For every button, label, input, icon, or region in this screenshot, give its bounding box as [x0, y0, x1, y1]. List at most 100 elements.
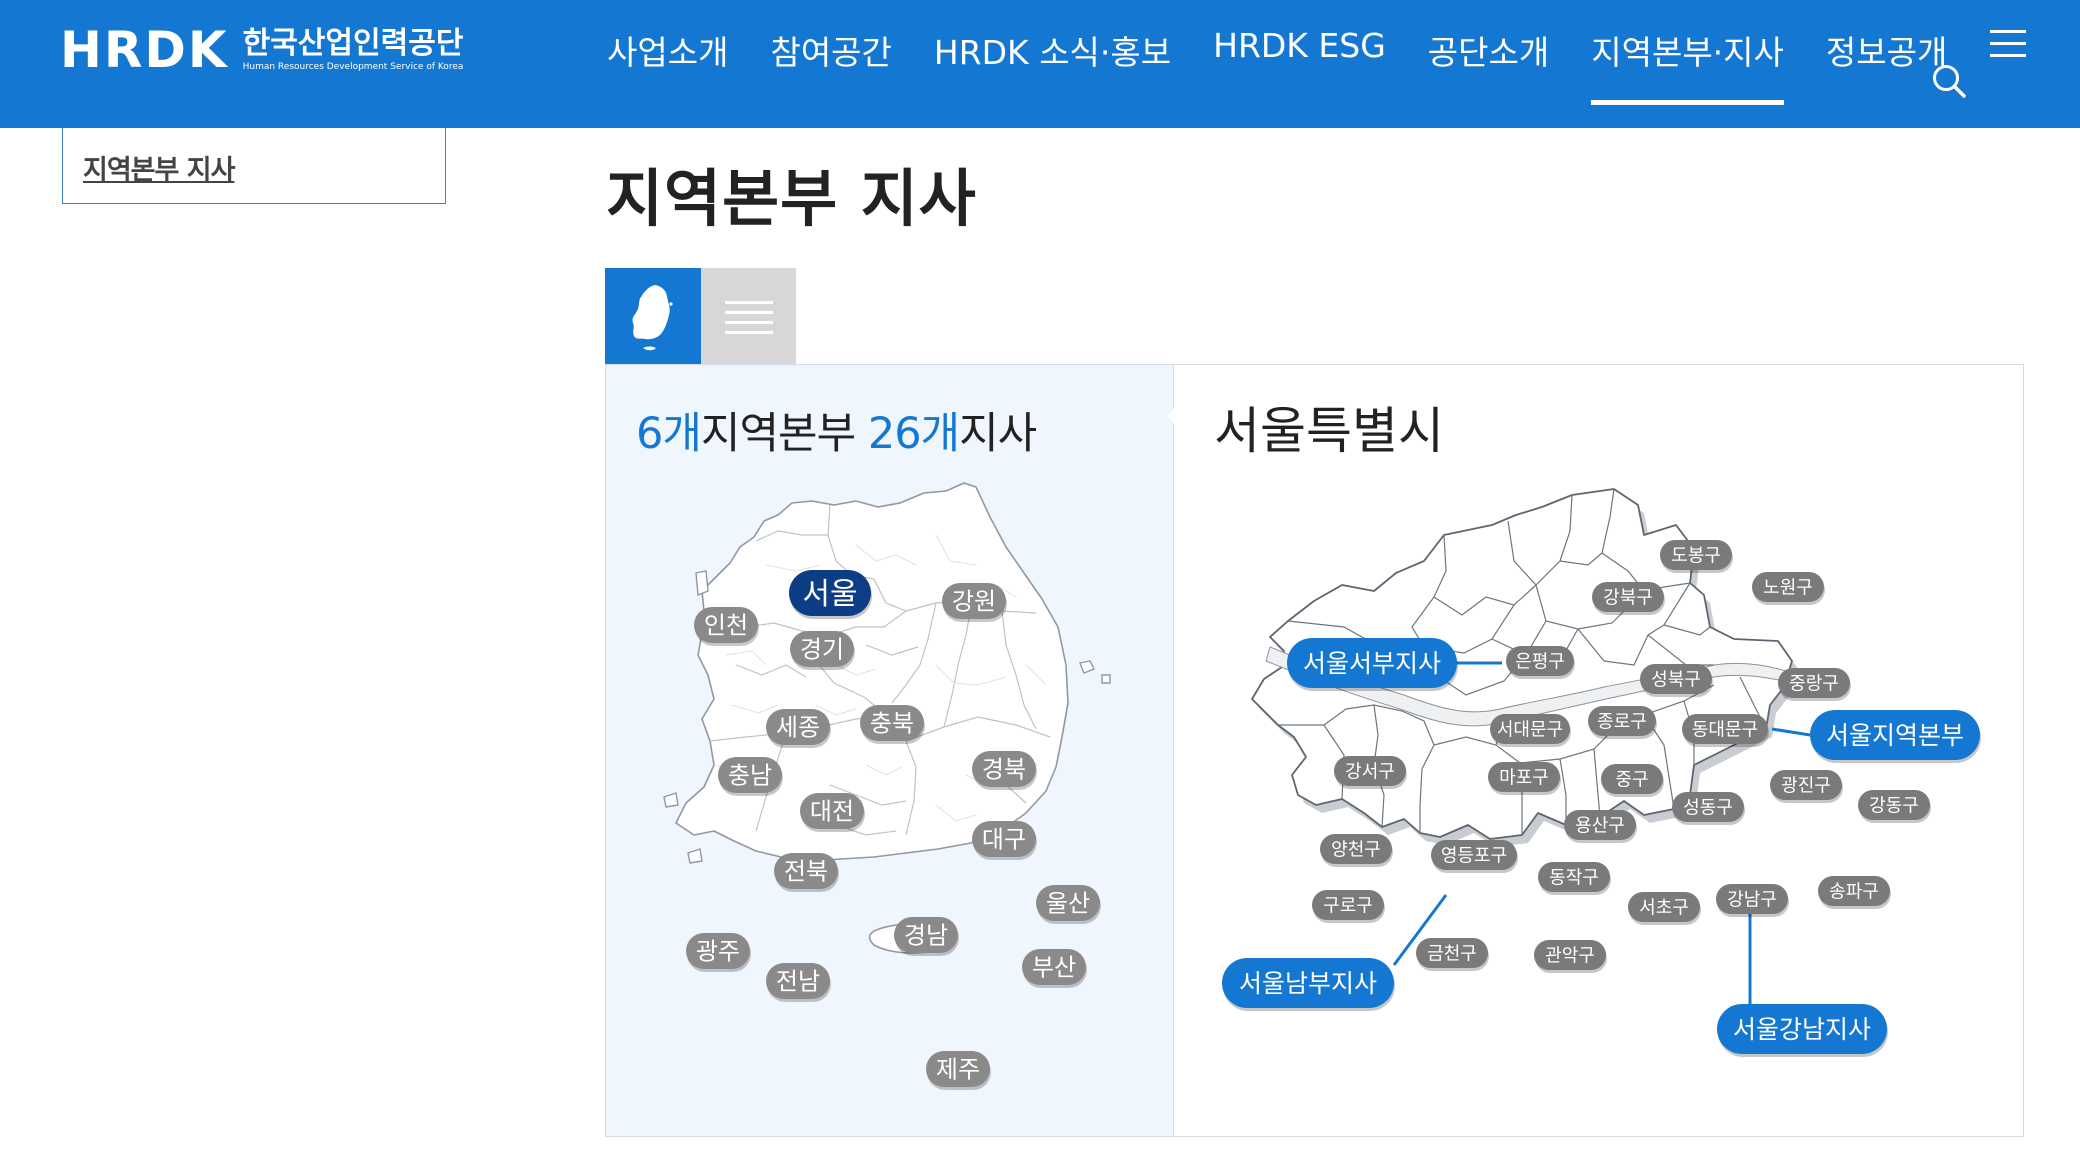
region-pill-6[interactable]: 충북: [860, 705, 925, 744]
office-pill-4[interactable]: 서울강남지사: [1717, 1004, 1888, 1057]
region-pill-2[interactable]: 강원: [942, 583, 1007, 622]
district-pill-22[interactable]: 강남구: [1716, 884, 1789, 917]
region-pill-1[interactable]: 서울: [789, 570, 872, 619]
district-pill-1-label: 도봉구: [1671, 545, 1721, 566]
region-pill-4[interactable]: 경기: [790, 631, 855, 670]
district-pill-8[interactable]: 서대문구: [1490, 714, 1571, 747]
district-pill-20[interactable]: 송파구: [1818, 876, 1891, 909]
district-pill-23[interactable]: 서초구: [1628, 892, 1701, 925]
region-pill-17[interactable]: 제주: [926, 1051, 991, 1090]
region-pill-14[interactable]: 광주: [686, 933, 751, 972]
region-pill-2-label: 강원: [952, 588, 996, 616]
region-pill-7[interactable]: 충남: [718, 757, 783, 796]
region-pill-5-label: 세종: [776, 714, 820, 742]
region-pill-3-label: 인천: [704, 612, 748, 640]
logo-korean-name: 한국산업인력공단: [242, 25, 464, 61]
region-pill-10-label: 대구: [982, 826, 1026, 854]
district-pill-21-label: 구로구: [1323, 895, 1373, 916]
district-pill-17[interactable]: 양천구: [1320, 834, 1393, 867]
seoul-detail-panel: 서울특별시 도봉구 노원구 강북구 은평구 성북구 중랑구 종로구 서대문구 동…: [1174, 365, 2023, 1136]
nav-about[interactable]: 공단소개: [1407, 0, 1570, 128]
district-pill-2-label: 노원구: [1763, 577, 1813, 598]
region-pill-13-label: 경남: [904, 922, 948, 950]
region-pill-16-label: 전남: [776, 968, 820, 996]
nav-business-intro[interactable]: 사업소개: [586, 0, 749, 128]
region-pill-16[interactable]: 전남: [766, 963, 831, 1002]
region-pill-11[interactable]: 전북: [774, 853, 839, 892]
district-pill-8-label: 서대문구: [1497, 719, 1563, 740]
region-pill-14-label: 광주: [696, 938, 740, 966]
district-pill-10[interactable]: 강서구: [1334, 756, 1407, 789]
district-pill-4[interactable]: 은평구: [1506, 646, 1575, 679]
nav-participation[interactable]: 참여공간: [749, 0, 912, 128]
region-pill-6-label: 충북: [870, 710, 914, 738]
district-pill-10-label: 강서구: [1345, 761, 1395, 782]
region-pill-1-label: 서울: [802, 577, 857, 612]
site-header: HRDK 한국산업인력공단 Human Resources Developmen…: [0, 0, 2080, 128]
region-pill-12[interactable]: 울산: [1036, 885, 1101, 924]
district-pill-13[interactable]: 광진구: [1770, 770, 1843, 803]
menu-icon[interactable]: [1990, 30, 2026, 62]
korea-map-icon: [632, 285, 673, 351]
district-pill-20-label: 송파구: [1829, 881, 1879, 902]
hrdk-logo[interactable]: HRDK 한국산업인력공단 Human Resources Developmen…: [60, 22, 463, 78]
district-pill-1[interactable]: 도봉구: [1660, 540, 1733, 573]
sidebar-menu: 지역본부 지사: [62, 128, 446, 204]
district-pill-24-label: 금천구: [1427, 943, 1477, 964]
district-pill-12[interactable]: 중구: [1601, 764, 1664, 797]
main-nav: 사업소개 참여공간 HRDK 소식·홍보 HRDK ESG 공단소개 지역본부·…: [586, 0, 1968, 128]
district-pill-2[interactable]: 노원구: [1752, 572, 1825, 605]
district-pill-25-label: 관악구: [1545, 945, 1595, 966]
district-pill-7[interactable]: 종로구: [1588, 706, 1657, 739]
nav-esg[interactable]: HRDK ESG: [1192, 0, 1407, 128]
logo-mark: HRDK: [60, 21, 229, 79]
office-pill-1[interactable]: 서울서부지사: [1287, 638, 1458, 691]
district-pill-15-label: 강동구: [1869, 795, 1919, 816]
district-pill-15[interactable]: 강동구: [1858, 790, 1931, 823]
district-pill-6-label: 중랑구: [1789, 673, 1839, 694]
region-pill-11-label: 전북: [784, 858, 828, 886]
district-pill-25[interactable]: 관악구: [1534, 940, 1607, 973]
korea-mainland-shape: [675, 482, 1069, 862]
district-pill-16[interactable]: 용산구: [1564, 810, 1637, 843]
district-pill-18[interactable]: 영등포구: [1431, 840, 1518, 873]
office-pill-2[interactable]: 서울지역본부: [1810, 710, 1981, 763]
logo-english-name: Human Resources Development Service of K…: [242, 62, 464, 73]
tab-map-view[interactable]: [605, 268, 701, 364]
district-pill-18-label: 영등포구: [1441, 845, 1507, 866]
nav-news-pr[interactable]: HRDK 소식·홍보: [913, 0, 1192, 128]
region-pill-15[interactable]: 부산: [1022, 949, 1087, 988]
district-pill-3-label: 강북구: [1603, 587, 1653, 608]
district-pill-6[interactable]: 중랑구: [1778, 668, 1851, 701]
region-pill-9[interactable]: 대전: [800, 793, 865, 832]
district-pill-24[interactable]: 금천구: [1416, 938, 1489, 971]
district-pill-19[interactable]: 동작구: [1538, 862, 1611, 895]
district-pill-5-label: 성북구: [1651, 669, 1701, 690]
search-icon[interactable]: [1930, 62, 1968, 100]
district-pill-17-label: 양천구: [1331, 839, 1381, 860]
district-pill-7-label: 종로구: [1597, 711, 1647, 732]
district-pill-14[interactable]: 성동구: [1672, 792, 1745, 825]
region-pill-13[interactable]: 경남: [894, 917, 959, 956]
district-pill-14-label: 성동구: [1683, 797, 1733, 818]
region-pill-12-label: 울산: [1046, 890, 1090, 918]
district-pill-13-label: 광진구: [1781, 775, 1831, 796]
region-pill-10[interactable]: 대구: [972, 821, 1037, 860]
district-pill-12-label: 중구: [1615, 769, 1648, 790]
district-pill-5[interactable]: 성북구: [1640, 664, 1713, 697]
nav-regional-offices[interactable]: 지역본부·지사: [1570, 0, 1805, 128]
office-finder: 6개지역본부 26개지사 서울 강원 인천 경기 세종 충북 충남 경북 대전 …: [605, 364, 2024, 1137]
office-pill-3[interactable]: 서울남부지사: [1222, 958, 1395, 1011]
district-pill-9[interactable]: 동대문구: [1682, 714, 1769, 747]
district-pill-11[interactable]: 마포구: [1488, 762, 1561, 795]
district-pill-3[interactable]: 강북구: [1592, 582, 1665, 615]
district-pill-21[interactable]: 구로구: [1312, 890, 1385, 923]
region-pill-17-label: 제주: [936, 1056, 980, 1084]
region-pill-3[interactable]: 인천: [694, 607, 759, 646]
region-pill-8[interactable]: 경북: [972, 751, 1037, 790]
region-pill-5[interactable]: 세종: [766, 709, 831, 748]
korea-map: 서울 강원인천경기세종 충북충남 경북대전대구전북울산경남광주 부산 전남제주: [663, 482, 1111, 1090]
region-pill-9-label: 대전: [810, 798, 854, 826]
tab-list-view[interactable]: [701, 268, 796, 364]
sidebar-item-regional-offices[interactable]: 지역본부 지사: [83, 148, 235, 187]
